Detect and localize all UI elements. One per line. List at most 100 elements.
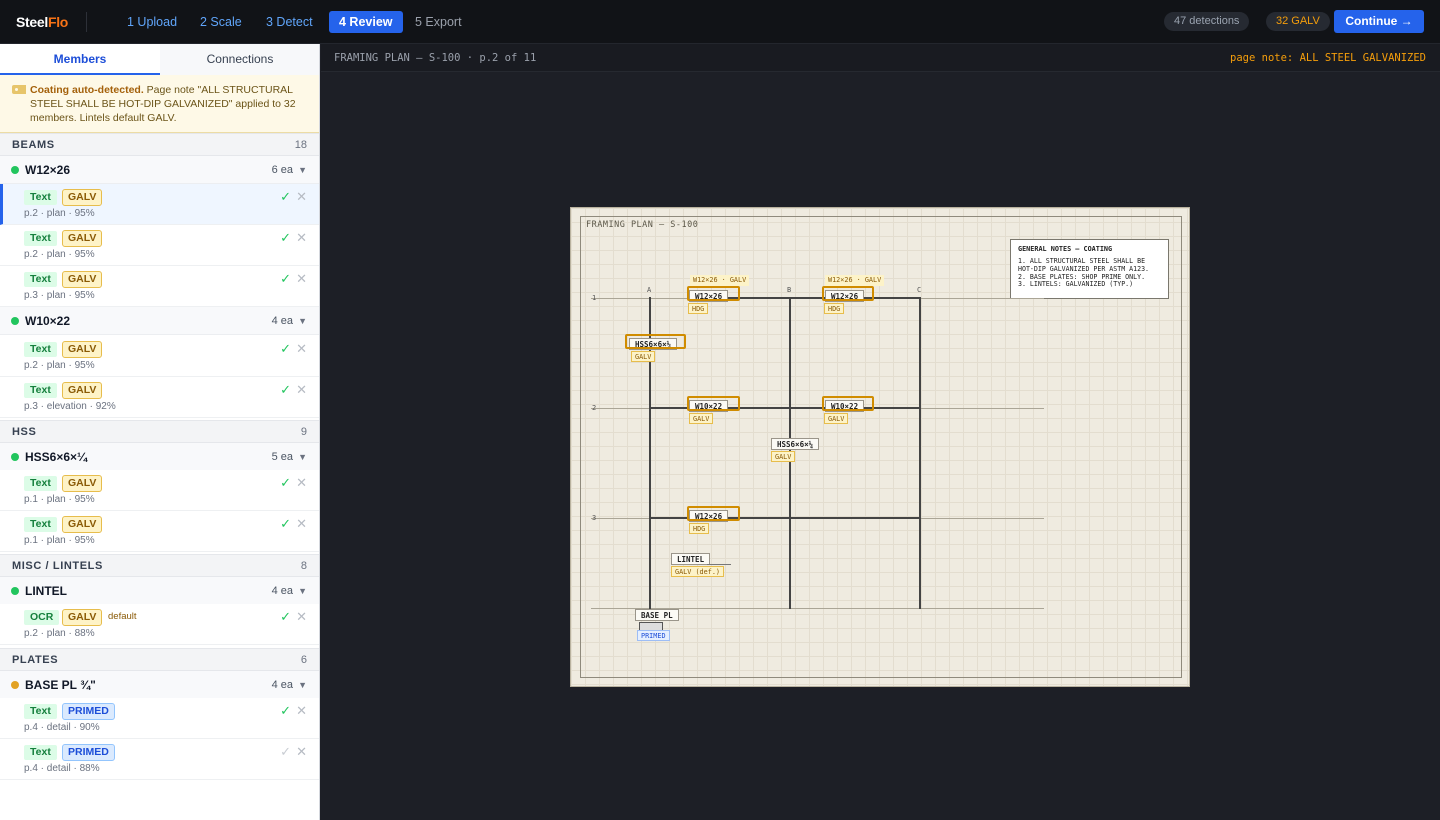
step-review[interactable]: 4 Review bbox=[329, 11, 403, 33]
members-sidebar: Members Connections Coating auto-detecte… bbox=[0, 44, 320, 820]
step-upload[interactable]: 1 Upload bbox=[117, 11, 187, 33]
tab-members[interactable]: Members bbox=[0, 44, 160, 75]
column-line bbox=[919, 297, 921, 609]
detection-highlight[interactable] bbox=[822, 396, 874, 411]
continue-button[interactable]: Continue → bbox=[1334, 10, 1424, 33]
detection-row[interactable]: Text GALV p.2 · plan · 95% ✓ ✕ bbox=[0, 336, 319, 377]
detection-row[interactable]: Text GALV p.2 · plan · 95% ✓ ✕ bbox=[0, 225, 319, 266]
detection-highlight[interactable] bbox=[687, 286, 740, 301]
detection-row[interactable]: Text GALV p.3 · elevation · 92% ✓ ✕ bbox=[0, 377, 319, 418]
group-lintel[interactable]: LINTEL 4 ea ▼ bbox=[0, 577, 319, 605]
chevron-down-icon[interactable]: ▼ bbox=[298, 307, 307, 335]
section-header-beams[interactable]: BEAMS 18 bbox=[0, 133, 319, 156]
grid-label-col: C bbox=[917, 286, 922, 294]
detection-row[interactable]: Text GALV p.1 · plan · 95% ✓ ✕ bbox=[0, 470, 319, 511]
accept-check-icon[interactable]: ✓ bbox=[280, 382, 291, 398]
reject-close-icon[interactable]: ✕ bbox=[296, 189, 307, 205]
detection-meta: p.2 · plan · 95% bbox=[24, 360, 95, 371]
app-logo[interactable]: SteelFlo bbox=[16, 14, 68, 30]
group-name: LINTEL bbox=[25, 584, 67, 598]
coating-badge[interactable]: GALV bbox=[62, 230, 103, 247]
source-badge: Text bbox=[24, 517, 57, 532]
status-dot bbox=[11, 587, 19, 595]
group-name: W10×22 bbox=[25, 314, 71, 328]
group-hss6x6[interactable]: HSS6×6×¼ 5 ea ▼ bbox=[0, 443, 319, 471]
reject-close-icon[interactable]: ✕ bbox=[296, 341, 307, 357]
tab-connections[interactable]: Connections bbox=[160, 44, 319, 75]
chevron-down-icon[interactable]: ▼ bbox=[298, 577, 307, 605]
general-notes-box: GENERAL NOTES — COATING 1. ALL STRUCTURA… bbox=[1010, 239, 1169, 299]
coating-badge[interactable]: GALV bbox=[62, 341, 103, 358]
reject-close-icon[interactable]: ✕ bbox=[296, 744, 307, 760]
accept-check-icon[interactable]: ✓ bbox=[280, 516, 291, 532]
grid-label-col: B bbox=[787, 286, 792, 294]
source-badge: Text bbox=[24, 704, 57, 719]
detection-meta: p.4 · detail · 88% bbox=[24, 763, 100, 774]
detection-highlight[interactable] bbox=[822, 286, 874, 301]
default-label: default bbox=[108, 611, 137, 622]
chevron-down-icon[interactable]: ▼ bbox=[298, 443, 307, 471]
detection-meta: p.2 · plan · 88% bbox=[24, 628, 95, 639]
status-dot bbox=[11, 317, 19, 325]
group-base-pl[interactable]: BASE PL ¾" 4 ea ▼ bbox=[0, 671, 319, 699]
section-header-hss[interactable]: HSS 9 bbox=[0, 420, 319, 443]
reject-close-icon[interactable]: ✕ bbox=[296, 230, 307, 246]
section-header-misc-lintels[interactable]: MISC / LINTELS 8 bbox=[0, 554, 319, 577]
accept-check-icon[interactable]: ✓ bbox=[280, 609, 291, 625]
coating-badge[interactable]: GALV bbox=[62, 516, 103, 533]
detection-row[interactable]: Text PRIMED p.4 · detail · 90% ✓ ✕ bbox=[0, 698, 319, 739]
section-header-plates[interactable]: PLATES 6 bbox=[0, 648, 319, 671]
coating-badge[interactable]: GALV bbox=[62, 271, 103, 288]
reject-close-icon[interactable]: ✕ bbox=[296, 516, 307, 532]
detection-highlight[interactable] bbox=[625, 334, 686, 349]
detection-meta: p.3 · plan · 95% bbox=[24, 290, 95, 301]
member-label: BASE PL bbox=[635, 609, 679, 621]
coating-badge[interactable]: GALV bbox=[62, 609, 103, 626]
group-w12x26[interactable]: W12×26 6 ea ▼ bbox=[0, 156, 319, 184]
source-badge: Text bbox=[24, 272, 57, 287]
chevron-down-icon[interactable]: ▼ bbox=[298, 156, 307, 184]
step-detect[interactable]: 3 Detect bbox=[256, 11, 323, 33]
step-export[interactable]: 5 Export bbox=[405, 11, 472, 33]
accept-check-icon[interactable]: ✓ bbox=[280, 341, 291, 357]
coating-badge[interactable]: GALV bbox=[62, 189, 103, 206]
reject-close-icon[interactable]: ✕ bbox=[296, 382, 307, 398]
detection-row[interactable]: Text GALV p.3 · plan · 95% ✓ ✕ bbox=[0, 266, 319, 307]
group-w10x22[interactable]: W10×22 4 ea ▼ bbox=[0, 307, 319, 335]
coating-tag: GALV bbox=[771, 451, 796, 462]
coating-badge[interactable]: PRIMED bbox=[62, 744, 115, 761]
galv-count-badge: 32 GALV bbox=[1266, 12, 1330, 31]
tag-icon bbox=[12, 85, 26, 94]
accept-check-icon[interactable]: ✓ bbox=[280, 189, 291, 205]
chevron-down-icon[interactable]: ▼ bbox=[298, 671, 307, 699]
coating-badge[interactable]: GALV bbox=[62, 382, 103, 399]
step-scale[interactable]: 2 Scale bbox=[190, 11, 252, 33]
drawing-sheet[interactable]: FRAMING PLAN — S-100 GENERAL NOTES — COA… bbox=[570, 207, 1190, 687]
source-badge: Text bbox=[24, 190, 57, 205]
member-label: LINTEL bbox=[671, 553, 711, 565]
reject-close-icon[interactable]: ✕ bbox=[296, 703, 307, 719]
group-qty: 6 ea bbox=[271, 164, 293, 176]
coating-tag: GALV (def.) bbox=[671, 566, 725, 577]
detection-row[interactable]: OCR GALV default p.2 · plan · 88% ✓ ✕ bbox=[0, 604, 319, 645]
coating-tag: HDG bbox=[824, 303, 845, 314]
section-count: 18 bbox=[294, 139, 307, 151]
detection-row[interactable]: Text GALV p.2 · plan · 95% ✓ ✕ bbox=[0, 184, 319, 225]
reject-close-icon[interactable]: ✕ bbox=[296, 475, 307, 491]
detection-highlight[interactable] bbox=[687, 506, 740, 521]
accept-check-icon[interactable]: ✓ bbox=[280, 271, 291, 287]
coating-badge[interactable]: PRIMED bbox=[62, 703, 115, 720]
source-badge: Text bbox=[24, 231, 57, 246]
detection-row[interactable]: Text GALV p.1 · plan · 95% ✓ ✕ bbox=[0, 511, 319, 552]
coating-badge[interactable]: GALV bbox=[62, 475, 103, 492]
reject-close-icon[interactable]: ✕ bbox=[296, 609, 307, 625]
accept-check-icon[interactable]: ✓ bbox=[280, 475, 291, 491]
accept-check-icon[interactable]: ✓ bbox=[280, 230, 291, 246]
accept-check-icon[interactable]: ✓ bbox=[280, 744, 291, 760]
detection-row[interactable]: Text PRIMED p.4 · detail · 88% ✓ ✕ bbox=[0, 739, 319, 780]
reject-close-icon[interactable]: ✕ bbox=[296, 271, 307, 287]
grid-label-col: A bbox=[647, 286, 652, 294]
detection-highlight[interactable] bbox=[687, 396, 740, 411]
accept-check-icon[interactable]: ✓ bbox=[280, 703, 291, 719]
section-count: 8 bbox=[300, 560, 307, 572]
